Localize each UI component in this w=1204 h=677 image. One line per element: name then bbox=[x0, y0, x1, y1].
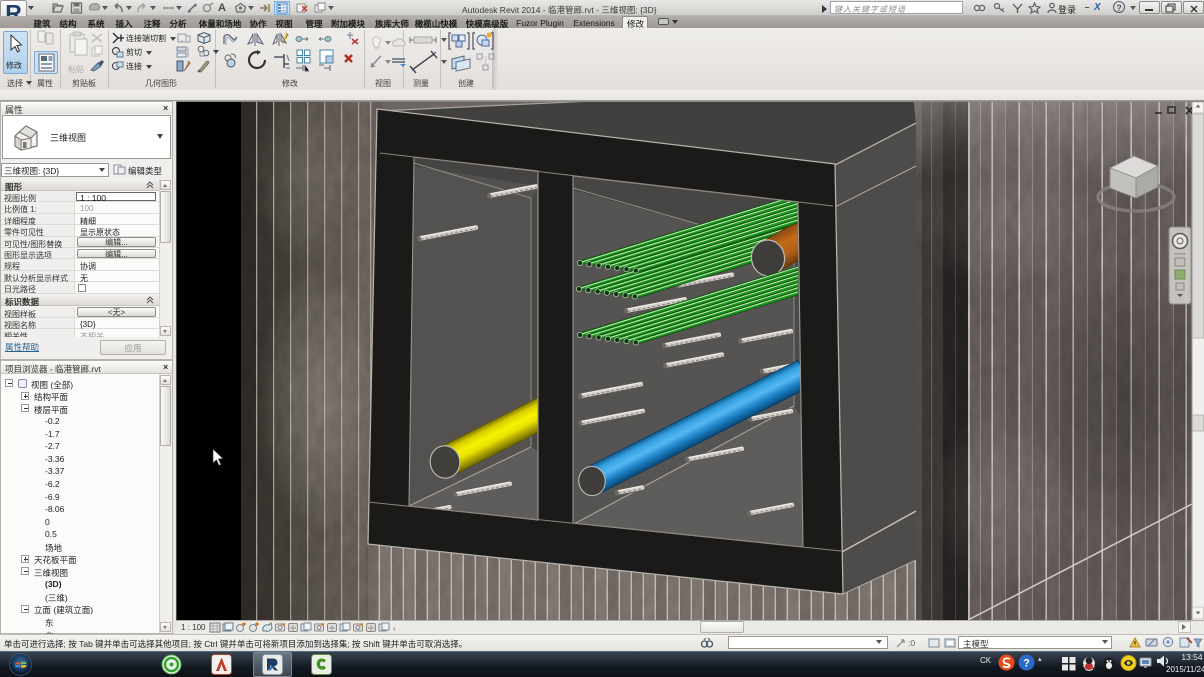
svg-text:?: ? bbox=[1023, 658, 1030, 670]
